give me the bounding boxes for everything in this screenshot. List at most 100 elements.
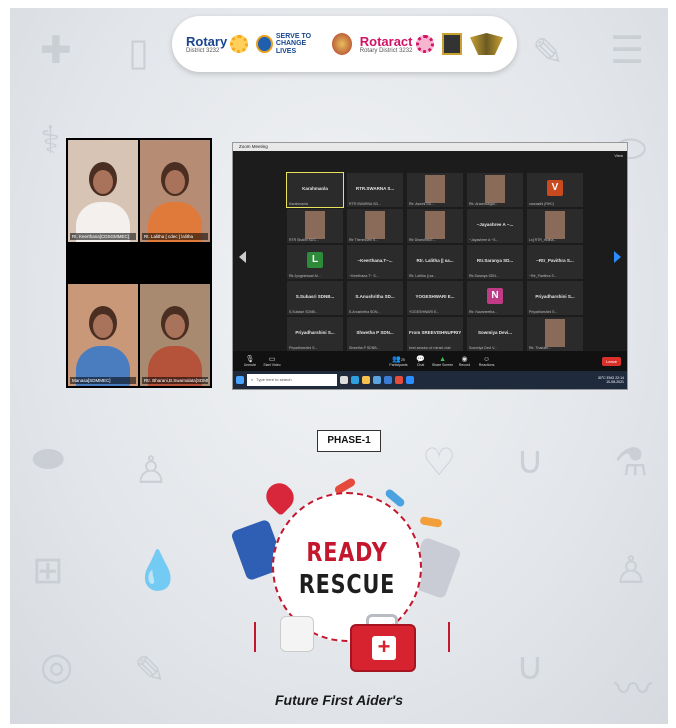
task-view-icon[interactable] (340, 376, 348, 384)
participant-tile[interactable]: Ls[ RTR_mutha... (527, 209, 583, 243)
participant-name: RTR.SWARNA S... (355, 186, 395, 191)
tagline: Future First Aider's (274, 692, 404, 708)
emblem-title-rescue: RESCUE (298, 570, 396, 600)
college-crest-icon (441, 33, 462, 55)
participant-tile[interactable]: Rtr. Aswini SD... (407, 173, 463, 207)
system-tray: 30°C ENG 22:14 10-08-2021 (598, 376, 624, 384)
participant-tile[interactable]: ~Jayashree A ~... ~Jayashree A ~S... (467, 209, 523, 243)
taskbar-search-box[interactable]: ⌕ Type here to search (247, 374, 337, 386)
prev-page-arrow[interactable] (239, 251, 246, 263)
chat-label: Chat (416, 363, 425, 367)
vaccine-icon: ✚ (40, 28, 72, 72)
participant-tile[interactable]: Vvanuadhi (RHC) (527, 173, 583, 207)
participant-label: Rtr. Aravindaigal... (469, 202, 498, 206)
participant-video (545, 319, 565, 347)
participant-tile[interactable]: Rtr Dharshini.E... (407, 209, 463, 243)
serve-line-1: SERVE TO (275, 32, 312, 40)
participant-tile[interactable]: Rtr. Aravindaigal... (467, 173, 523, 207)
participant-tile[interactable]: S.Subasri SDNB... S.Subasri SDNB... (287, 281, 343, 315)
edge-browser-icon[interactable] (351, 376, 359, 384)
participant-tile[interactable]: Shwetha P SDN... Shwetha P SDNB... (347, 317, 403, 351)
file-explorer-icon[interactable] (362, 376, 370, 384)
participant-tile[interactable]: From SREEVISHNUPRIYA J to Everyone best s… (407, 317, 463, 351)
drop-icon: 💧 (134, 548, 182, 592)
participant-tile[interactable]: L Rtr.Jyogeshwari.M... (287, 245, 343, 279)
rotaract-logo-text: Rotaract (359, 33, 413, 49)
club-emblem-icon (331, 33, 352, 55)
participant-label: ~Jayashree A ~S... (469, 238, 499, 242)
store-icon[interactable] (373, 376, 381, 384)
unmute-button[interactable]: 🎙 Unmute (239, 355, 261, 367)
participant-label: Rtr. Lalitha || sa... (409, 274, 437, 278)
participant-tile[interactable]: Priyadharshini S... Priyadharshini S... (287, 317, 343, 351)
microphone-icon: 🎙 (245, 356, 255, 363)
pill-icon (419, 516, 443, 528)
record-icon: ◉ (461, 356, 468, 363)
leave-meeting-button[interactable]: Leave (602, 356, 621, 366)
divider-line (448, 622, 450, 652)
chat-button[interactable]: 💬 Chat (410, 355, 432, 367)
participant-name: Rtr.Saranya SD... (476, 258, 514, 263)
participant-tile[interactable]: RTR Shalini SDC... (287, 209, 343, 243)
participant-label: Rtr. Aswini SD... (409, 202, 435, 206)
participant-tile[interactable]: Rtr. Lalitha || sa... Rtr. Lalitha || sa.… (407, 245, 463, 279)
participant-tile[interactable]: ~Keerthana.T~... ~Keerthana.T~ S... (347, 245, 403, 279)
participant-tile[interactable]: S.Anushritha SD... S.Anushritha SDN... (347, 281, 403, 315)
participant-tile[interactable]: Rtr Thenmozhi S... (347, 209, 403, 243)
pills-icon: ⬬ (32, 436, 65, 480)
participant-label: Rtr Thenmozhi S... (349, 238, 379, 242)
windows-start-icon[interactable] (236, 376, 244, 384)
reactions-button[interactable]: ☺ Reactions (476, 356, 498, 367)
start-video-label: Start Video (263, 363, 281, 367)
chrome-icon[interactable] (395, 376, 403, 384)
participant-video (365, 211, 385, 239)
rotaract-logo: Rotaract Rotary District 3232 (360, 35, 434, 54)
participants-count: 25 (400, 358, 405, 362)
start-video-button[interactable]: ▭ Start Video (261, 355, 283, 367)
record-button[interactable]: ◉ Record (454, 355, 476, 367)
serve-line-2: CHANGE LIVES (275, 40, 307, 55)
share-screen-button[interactable]: ▲ Share Screen (432, 356, 454, 367)
taskbar-search-placeholder: Type here to search (256, 377, 292, 382)
view-button[interactable]: View (614, 153, 623, 158)
zoom-app-icon[interactable] (406, 376, 414, 384)
participants-button[interactable]: 👥25 Participants (388, 355, 410, 367)
participant-label: Ls[ RTR_mutha... (529, 238, 557, 242)
mail-icon[interactable] (384, 376, 392, 384)
participant-tile[interactable]: Rtr. Thariani... (527, 317, 583, 351)
participant-avatar-letter: N (487, 288, 503, 304)
participant-label: ~Keerthana.T~ S... (349, 274, 379, 278)
winged-crest-icon (470, 33, 503, 55)
next-page-arrow[interactable] (614, 251, 621, 263)
participant-name: ~Jayashree A ~... (476, 222, 514, 227)
participants-icon: 👥25 (392, 356, 405, 363)
participant-label: vanuadhi (RHC) (529, 202, 555, 206)
doctor-icon: ♙ (134, 448, 169, 492)
camera-tile: Manasa[SDMMEC] (68, 284, 138, 386)
syringe-icon: ✎ (532, 30, 564, 74)
participant-tile[interactable]: Priyadharshini S... Priyadharshini S... (527, 281, 583, 315)
participant-video (545, 211, 565, 239)
participant-tile[interactable]: Karahmanla Karahmanla (286, 172, 344, 208)
rotaract-wheel-icon (415, 35, 434, 53)
participant-name: Rtr. Lalitha || sa... (416, 258, 454, 263)
participant-name: Sowmiya Devi... (477, 330, 512, 335)
camera-caption: Rt. Keerthana[CDSGMMEC] (70, 233, 136, 240)
participant-tile[interactable]: N Rtr. Navaneetha... (467, 281, 523, 315)
participant-tile[interactable]: Rtr.Saranya SD... Rtr.Saranya SDN... (467, 245, 523, 279)
search-icon: ⌕ (251, 377, 254, 382)
microscope-icon: ⚗ (614, 440, 649, 484)
participant-label: Rtr.Saranya SDN... (469, 274, 499, 278)
participant-tile[interactable]: RTR.SWARNA S... RTR.SWARNA SD... (347, 173, 403, 207)
camera-caption: Manasa[SDMMEC] (70, 377, 136, 384)
participant-tile[interactable]: Sowmiya Devi... Sowmiya Devi V... (467, 317, 523, 351)
camera-caption: Rt. Lalitha [ cdec ] lalitha (142, 233, 208, 240)
bottle-icon: ▯ (128, 30, 149, 74)
participant-tile[interactable]: YOGESHWARI E... YOGESHWARI E... (407, 281, 463, 315)
participant-label: S.Subasri SDNB... (289, 310, 318, 314)
participant-label: Rtr. Navaneetha... (469, 310, 498, 314)
medical-cross-icon: + (372, 636, 396, 660)
windows-taskbar: ⌕ Type here to search 30°C ENG 22:14 10-… (233, 371, 627, 389)
participant-tile[interactable]: ~Rtr_Pavithra S... ~Rtr_Pavithra S... (527, 245, 583, 279)
serve-to-change-lives-logo: SERVE TO CHANGE LIVES (256, 33, 323, 55)
